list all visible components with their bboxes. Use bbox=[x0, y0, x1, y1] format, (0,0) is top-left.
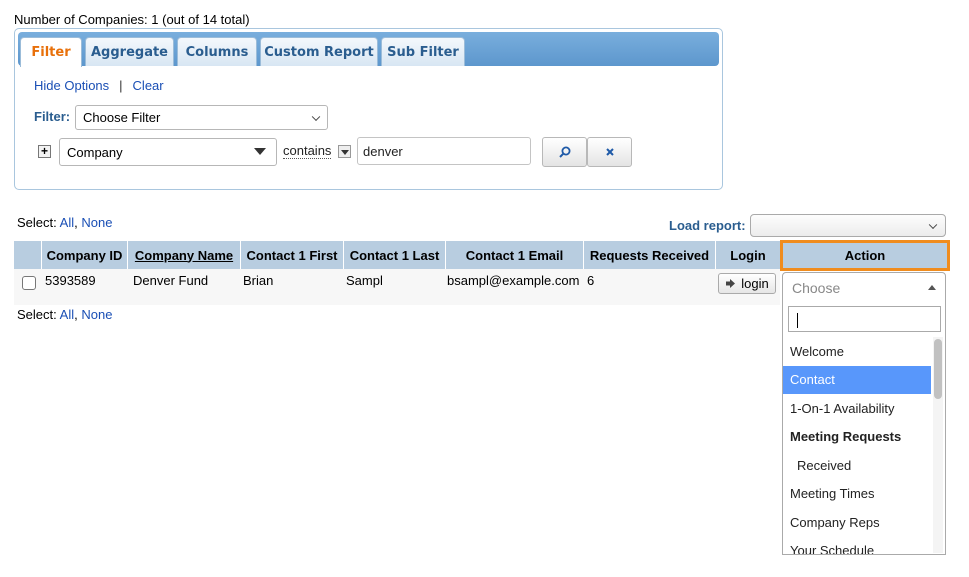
header-login: Login bbox=[730, 247, 766, 263]
tab-sub-filter[interactable]: Sub Filter bbox=[381, 37, 465, 66]
action-options-list: Welcome Contact 1-On-1 Availability Meeting… bbox=[783, 337, 931, 554]
tab-aggregate[interactable]: Aggregate bbox=[85, 37, 174, 66]
choose-filter-value: Choose Filter bbox=[83, 110, 161, 125]
cell-contact-email: bsampl@example.com bbox=[447, 273, 580, 288]
load-report-select[interactable] bbox=[750, 214, 946, 237]
search-icon bbox=[558, 146, 570, 158]
chevron-down-icon bbox=[928, 220, 938, 229]
header-company-name[interactable]: Company Name bbox=[128, 241, 241, 269]
tab-filter[interactable]: Filter bbox=[20, 37, 82, 67]
options-separator: | bbox=[119, 78, 123, 93]
select-label: Select: bbox=[17, 307, 57, 322]
dropdown-option[interactable]: Welcome bbox=[783, 337, 931, 366]
choose-filter-select[interactable]: Choose Filter bbox=[75, 105, 328, 130]
action-search-input[interactable] bbox=[788, 306, 941, 332]
dropdown-option[interactable]: Company Reps bbox=[783, 508, 931, 537]
tab-custom-report[interactable]: Custom Report bbox=[260, 37, 378, 66]
tab-bar: Filter Aggregate Columns Custom Report S… bbox=[18, 32, 719, 67]
options-row: Hide Options | Clear bbox=[34, 78, 164, 93]
header-company-id[interactable]: Company ID bbox=[42, 241, 128, 269]
filter-field-value: Company bbox=[67, 144, 123, 160]
select-none-link[interactable]: None bbox=[81, 215, 112, 230]
header-contact-email[interactable]: Contact 1 Email bbox=[446, 241, 584, 269]
clear-filter-button[interactable] bbox=[587, 137, 632, 167]
operator-label[interactable]: contains bbox=[283, 143, 332, 159]
header-action: Action bbox=[780, 240, 950, 271]
dropdown-option[interactable]: 1-On-1 Availability bbox=[783, 394, 931, 423]
action-select[interactable]: Choose bbox=[782, 272, 946, 303]
search-button[interactable] bbox=[542, 137, 587, 167]
cell-requests-received: 6 bbox=[587, 273, 595, 288]
filter-field-select[interactable]: Company bbox=[59, 138, 277, 166]
dropdown-option[interactable]: Your Schedule bbox=[783, 537, 931, 554]
select-links-bottom: Select: All, None bbox=[17, 307, 113, 322]
cell-contact-last: Sampl bbox=[346, 273, 383, 288]
select-all-link[interactable]: All bbox=[60, 215, 74, 230]
action-dropdown-menu: Welcome Contact 1-On-1 Availability Meeting… bbox=[782, 302, 946, 555]
text-cursor bbox=[797, 313, 798, 328]
hide-options-link[interactable]: Hide Options bbox=[34, 78, 109, 93]
login-label: login bbox=[741, 276, 769, 291]
header-checkbox-column bbox=[14, 241, 42, 269]
table-header: Company ID Company Name Contact 1 First … bbox=[14, 241, 780, 269]
select-all-link[interactable]: All bbox=[60, 307, 74, 322]
row-checkbox[interactable] bbox=[22, 276, 36, 290]
cell-company-id: 5393589 bbox=[45, 273, 96, 288]
company-count: Number of Companies: 1 (out of 14 total) bbox=[14, 12, 250, 27]
select-links-top: Select: All, None bbox=[17, 215, 113, 230]
login-button[interactable]: login bbox=[718, 273, 776, 294]
operator-dropdown-icon[interactable] bbox=[338, 145, 351, 158]
dropdown-group-label: Meeting Requests bbox=[790, 429, 902, 445]
caret-down-icon bbox=[254, 148, 266, 155]
filter-value-input[interactable]: denver bbox=[357, 137, 531, 165]
dropdown-option[interactable]: Received bbox=[783, 451, 931, 480]
select-none-link[interactable]: None bbox=[81, 307, 112, 322]
chevron-down-icon bbox=[311, 112, 321, 121]
close-icon bbox=[605, 148, 614, 156]
select-label: Select: bbox=[17, 215, 57, 230]
cell-contact-first: Brian bbox=[243, 273, 274, 288]
dropdown-scrollbar-thumb[interactable] bbox=[934, 339, 942, 399]
caret-up-icon bbox=[928, 285, 936, 290]
load-report-label: Load report: bbox=[669, 218, 746, 233]
dropdown-option[interactable]: Meeting Times bbox=[783, 480, 931, 509]
action-select-placeholder: Choose bbox=[792, 280, 841, 296]
header-contact-last[interactable]: Contact 1 Last bbox=[344, 241, 446, 269]
header-requests-received[interactable]: Requests Received bbox=[584, 241, 716, 269]
sign-in-icon bbox=[726, 279, 736, 288]
clear-link[interactable]: Clear bbox=[133, 78, 164, 93]
header-contact-first[interactable]: Contact 1 First bbox=[241, 241, 344, 269]
table-row: 5393589 Denver Fund Brian Sampl bsampl@e… bbox=[14, 269, 780, 305]
dropdown-option[interactable]: Contact bbox=[783, 365, 931, 394]
add-condition-plus-icon[interactable]: + bbox=[38, 145, 51, 158]
cell-company-name: Denver Fund bbox=[133, 273, 209, 288]
filter-label: Filter: bbox=[34, 109, 71, 124]
tab-columns[interactable]: Columns bbox=[177, 37, 257, 66]
